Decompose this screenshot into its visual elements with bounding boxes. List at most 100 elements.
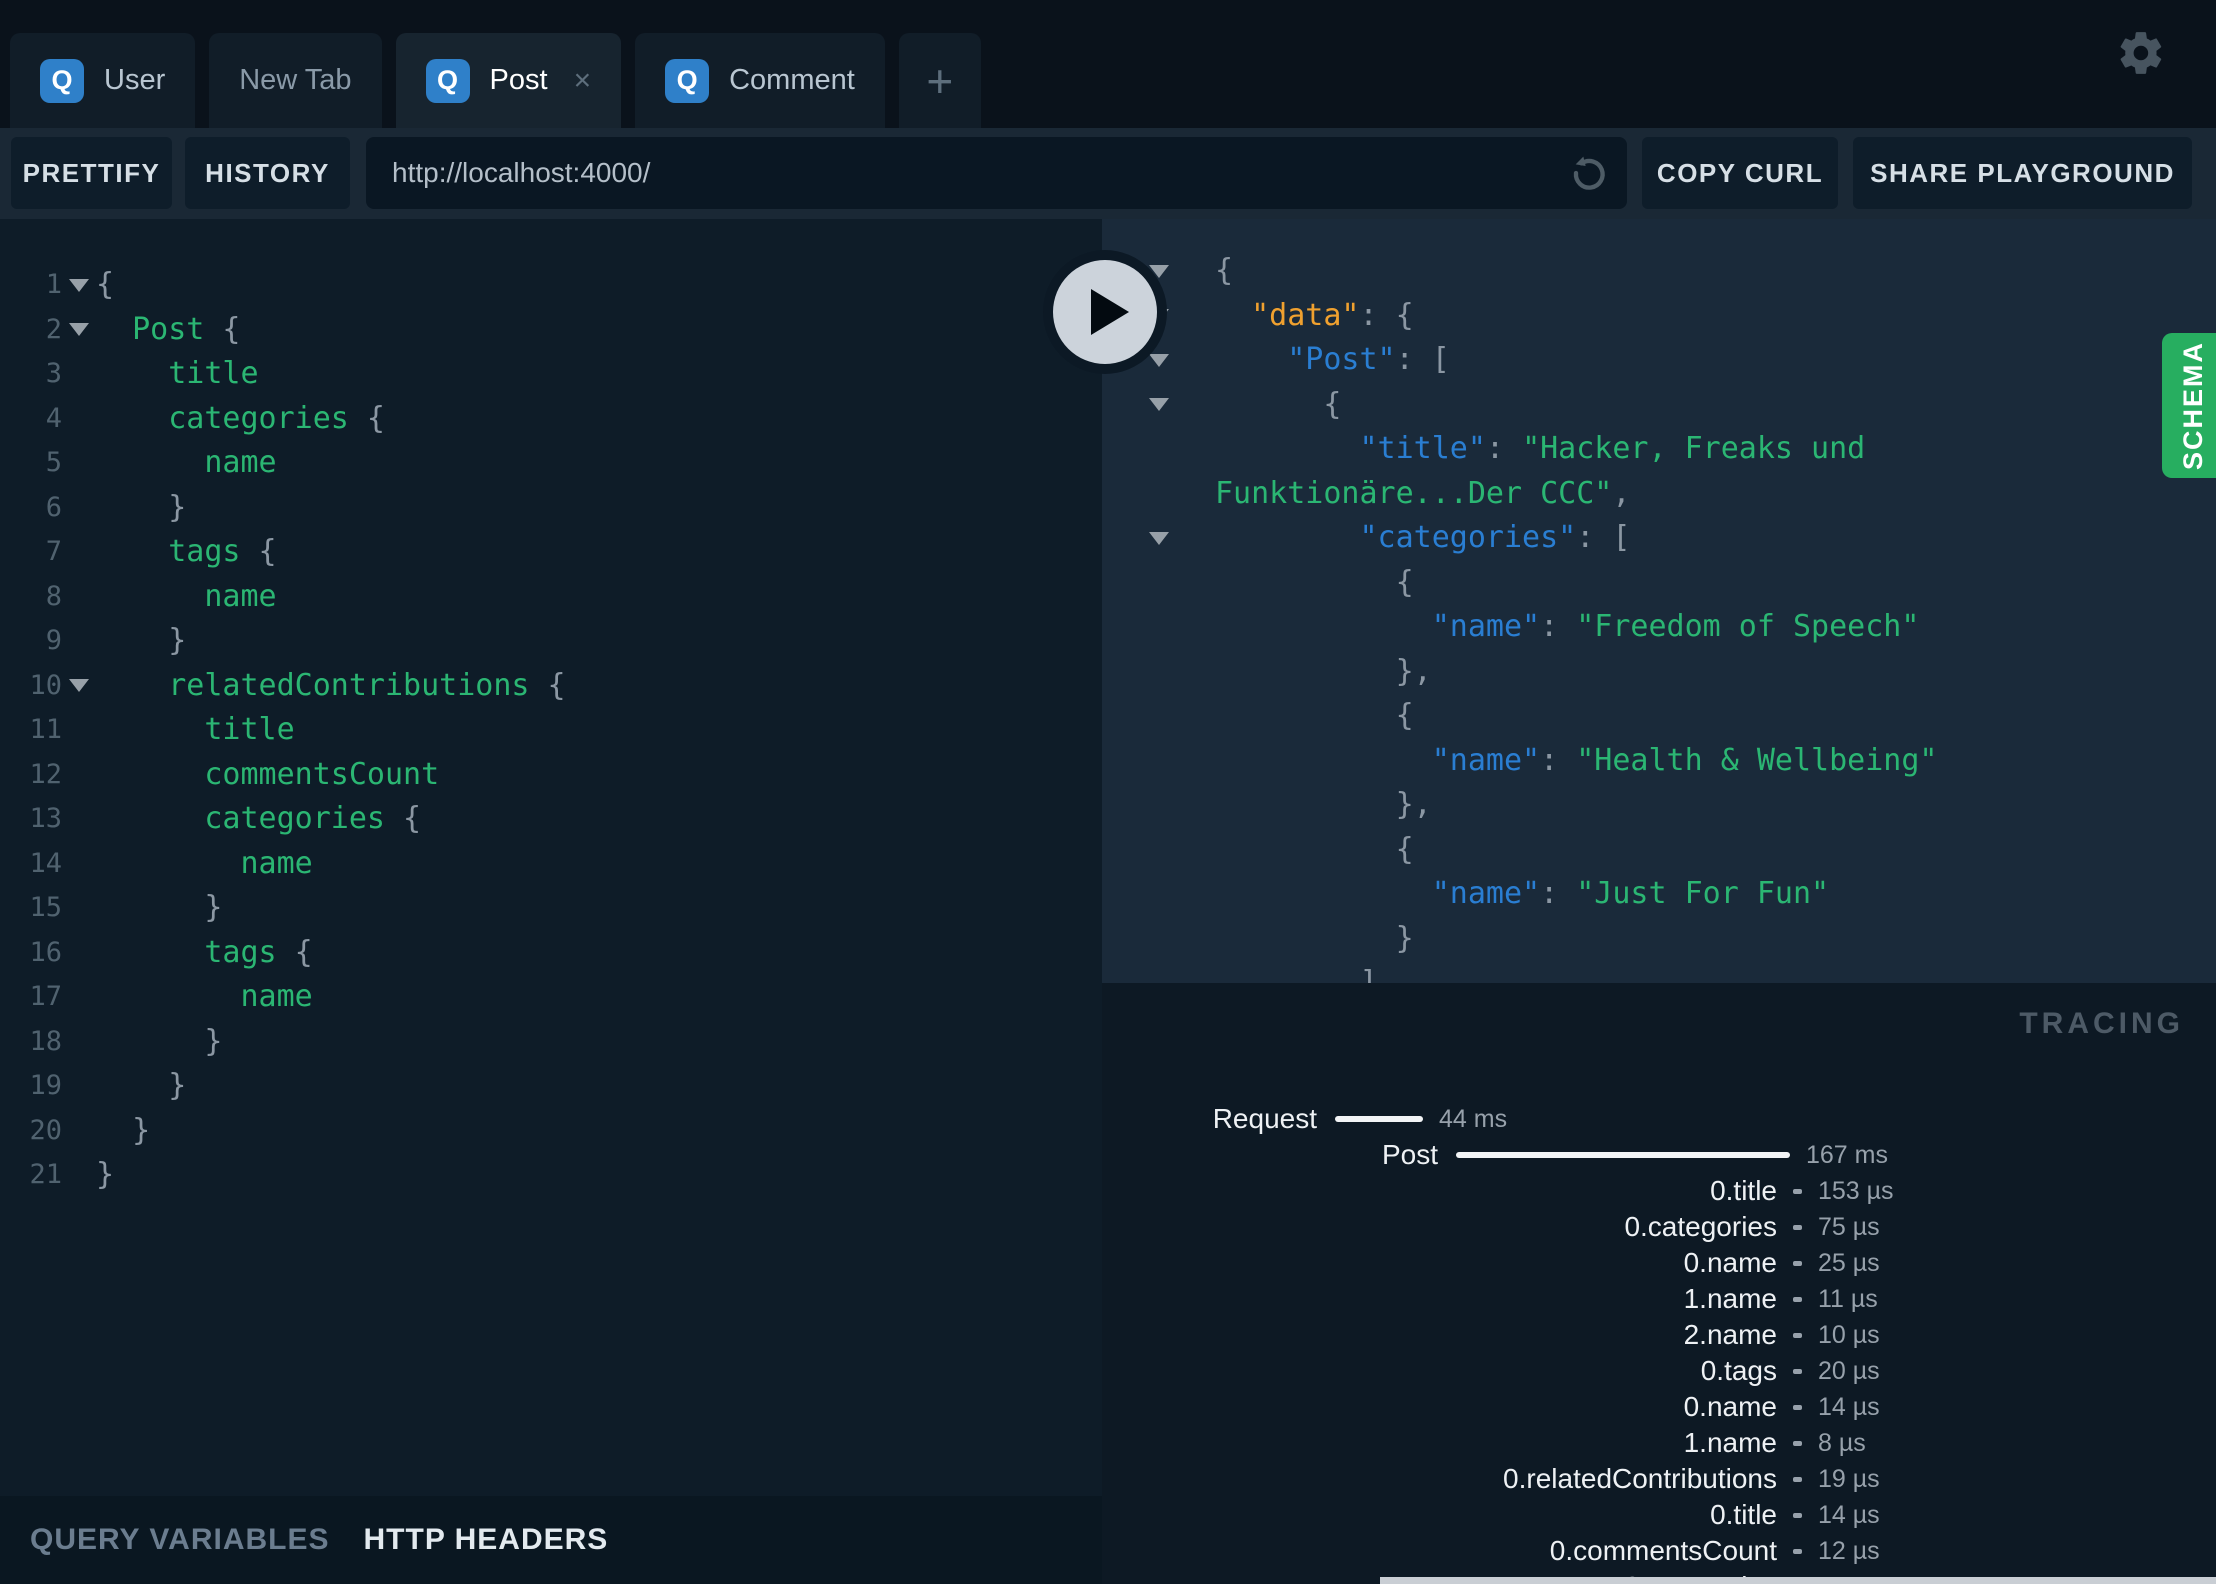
response-line: {: [1102, 694, 2216, 739]
code-token: categories: [204, 801, 385, 836]
editor-line[interactable]: 12 commentsCount: [0, 753, 1102, 798]
code-token: title: [168, 356, 259, 391]
code-text: title: [96, 352, 259, 397]
tracing-span: 0.title 14 µs: [1102, 1497, 2216, 1533]
http-headers-tab[interactable]: HTTP HEADERS: [364, 1523, 609, 1557]
triangle-down-icon: [1148, 353, 1169, 367]
code-token: }: [96, 489, 187, 525]
tab-comment[interactable]: Q Comment: [635, 33, 885, 128]
query-editor[interactable]: 1{2 Post {3 title 4 categories {5 name 6 }…: [0, 219, 1102, 1496]
span-time: 8 µs: [1818, 1428, 1866, 1457]
editor-line[interactable]: 1{: [0, 263, 1102, 308]
code-token: {: [1215, 698, 1414, 733]
code-token: {: [1215, 831, 1414, 867]
editor-line[interactable]: 4 categories {: [0, 397, 1102, 442]
share-playground-button[interactable]: SHARE PLAYGROUND: [1853, 137, 2192, 209]
triangle-down-icon: [69, 278, 89, 292]
code-text: {: [1215, 828, 1414, 873]
tracing-span-list: Request 44 ms Post 167 ms 0.title 153 µs 0.cat…: [1102, 1101, 2216, 1584]
response-line: {: [1102, 561, 2216, 606]
code-token: }: [1215, 920, 1414, 956]
code-token: ],: [1215, 965, 1396, 983]
editor-line[interactable]: 5 name: [0, 441, 1102, 486]
editor-line[interactable]: 10 relatedContributions {: [0, 664, 1102, 709]
code-text: {: [1215, 561, 1414, 606]
code-token: {: [529, 667, 566, 703]
fold-arrow-icon[interactable]: [62, 323, 96, 337]
close-tab-icon[interactable]: ×: [574, 65, 592, 96]
code-token: {: [204, 311, 241, 347]
span-time: 44 ms: [1439, 1104, 1508, 1133]
code-token: "categories": [1359, 520, 1577, 555]
editor-line[interactable]: 20 }: [0, 1109, 1102, 1154]
code-text: "name": "Just For Fun": [1215, 872, 1829, 917]
tab-post[interactable]: Q Post ×: [395, 33, 622, 128]
code-token: },: [1215, 653, 1432, 689]
code-token: {: [1215, 253, 1234, 288]
endpoint-url-input[interactable]: [366, 137, 1627, 209]
tracing-horizontal-scrollbar[interactable]: [1380, 1577, 2216, 1584]
code-text: commentsCount: [96, 753, 439, 798]
tab-user[interactable]: Q User: [10, 33, 196, 128]
triangle-down-icon: [69, 323, 89, 337]
code-token: name: [204, 578, 277, 614]
copy-curl-button[interactable]: COPY CURL: [1642, 137, 1838, 209]
line-number: 7: [45, 536, 62, 567]
code-text: categories {: [96, 397, 385, 442]
fold-arrow-icon[interactable]: [62, 278, 96, 292]
code-text: relatedContributions {: [96, 664, 566, 709]
new-tab-button[interactable]: +: [898, 33, 981, 128]
editor-line[interactable]: 7 tags {: [0, 530, 1102, 575]
editor-line[interactable]: 19 }: [0, 1064, 1102, 1109]
editor-line[interactable]: 6 }: [0, 486, 1102, 531]
response-line: {: [1102, 383, 2216, 428]
code-text: "name": "Health & Wellbeing": [1215, 739, 1938, 784]
line-number: 17: [29, 981, 62, 1012]
editor-line[interactable]: 11 title: [0, 708, 1102, 753]
schema-side-tab[interactable]: SCHEMA: [2162, 333, 2216, 478]
editor-line[interactable]: 18 }: [0, 1020, 1102, 1065]
editor-line[interactable]: 3 title: [0, 352, 1102, 397]
span-marker: [1793, 1260, 1802, 1266]
editor-line[interactable]: 16 tags {: [0, 931, 1102, 976]
reload-schema-icon[interactable]: [1569, 153, 1609, 193]
execute-query-button[interactable]: [1043, 250, 1167, 374]
editor-line[interactable]: 21}: [0, 1153, 1102, 1198]
span-time: 10 µs: [1818, 1320, 1880, 1349]
history-button[interactable]: HISTORY: [185, 137, 350, 209]
editor-line[interactable]: 8 name: [0, 575, 1102, 620]
settings-gear-icon[interactable]: [2116, 28, 2166, 78]
span-marker: [1793, 1548, 1802, 1554]
tracing-span: 1.name 8 µs: [1102, 1425, 2216, 1461]
collapse-arrow-icon[interactable]: [1102, 531, 1215, 545]
response-line: },: [1102, 783, 2216, 828]
line-number: 13: [29, 803, 62, 834]
prettify-button[interactable]: PRETTIFY: [11, 137, 172, 209]
code-token: tags: [204, 934, 277, 970]
editor-line[interactable]: 14 name: [0, 842, 1102, 887]
code-token: : [: [1576, 520, 1631, 555]
query-badge: Q: [665, 58, 710, 103]
query-variables-tab[interactable]: QUERY VARIABLES: [30, 1523, 330, 1557]
line-number: 16: [29, 936, 62, 968]
tracing-span: 0.tags 20 µs: [1102, 1353, 2216, 1389]
line-number: 18: [29, 1025, 62, 1057]
code-token: }: [96, 1068, 187, 1103]
code-token: {: [96, 267, 115, 302]
editor-line[interactable]: 15 }: [0, 886, 1102, 931]
code-token: },: [1215, 787, 1432, 822]
tab-new-tab[interactable]: New Tab: [209, 33, 382, 128]
span-marker: [1793, 1332, 1802, 1338]
editor-line[interactable]: 17 name: [0, 975, 1102, 1020]
collapse-arrow-icon[interactable]: [1102, 398, 1215, 412]
editor-line[interactable]: 2 Post {: [0, 308, 1102, 353]
editor-line[interactable]: 13 categories {: [0, 797, 1102, 842]
code-text: "data": {: [1215, 294, 1414, 339]
fold-arrow-icon[interactable]: [62, 679, 96, 693]
span-time: 20 µs: [1818, 1356, 1880, 1385]
editor-line[interactable]: 9 }: [0, 619, 1102, 664]
